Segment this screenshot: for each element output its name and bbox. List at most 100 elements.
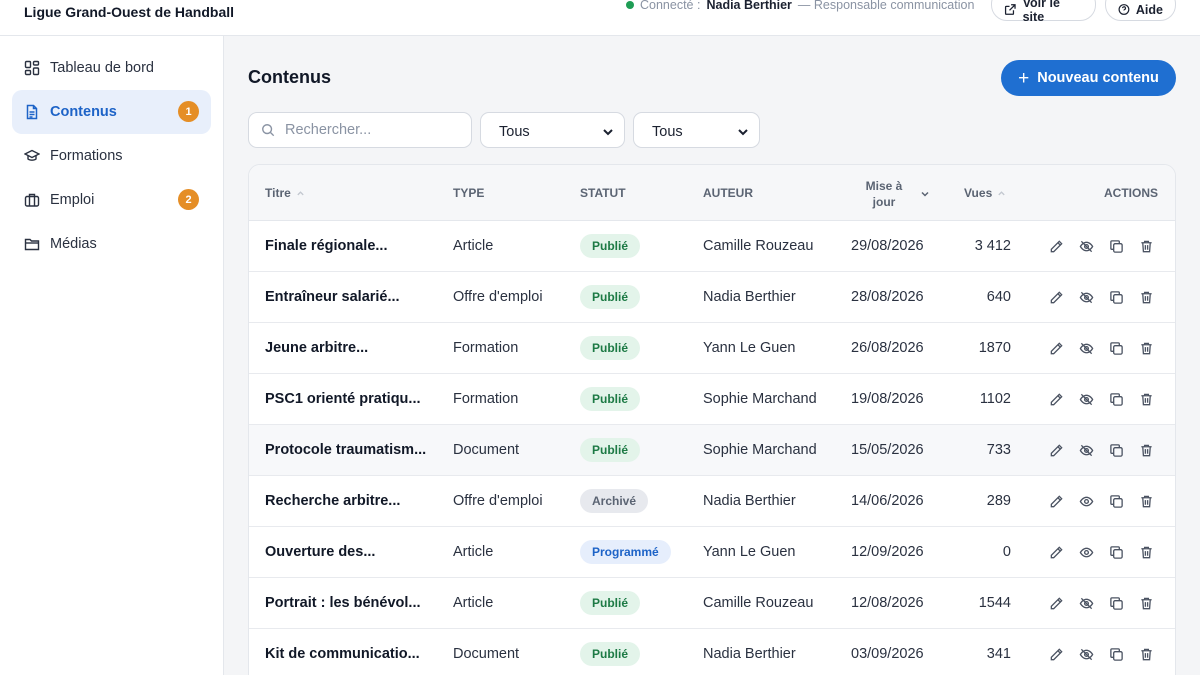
online-status-icon bbox=[626, 1, 634, 9]
type-filter-select[interactable]: Tous bbox=[480, 112, 625, 148]
edit-icon[interactable] bbox=[1048, 289, 1064, 305]
column-status-header[interactable]: STATUT bbox=[580, 186, 626, 200]
content-author: Nadia Berthier bbox=[703, 646, 796, 662]
content-type: Document bbox=[453, 442, 520, 458]
content-views: 1544 bbox=[978, 595, 1011, 611]
hide-icon[interactable] bbox=[1078, 442, 1094, 458]
show-icon[interactable] bbox=[1078, 544, 1094, 560]
sidebar-item-dashboard[interactable]: Tableau de bord bbox=[12, 46, 211, 90]
table-row[interactable]: Kit de communicatio... Document Publié Nadi… bbox=[249, 629, 1175, 675]
chevron-down-icon bbox=[738, 129, 748, 136]
app-title: Ligue Grand-Ouest de Handball bbox=[24, 4, 235, 20]
delete-icon[interactable] bbox=[1138, 340, 1154, 356]
duplicate-icon[interactable] bbox=[1108, 646, 1124, 662]
delete-icon[interactable] bbox=[1138, 493, 1154, 509]
edit-icon[interactable] bbox=[1048, 544, 1064, 560]
content-type: Offre d'emploi bbox=[453, 289, 543, 305]
status-badge: Publié bbox=[580, 336, 641, 360]
edit-icon[interactable] bbox=[1048, 238, 1064, 254]
hide-icon[interactable] bbox=[1078, 340, 1094, 356]
duplicate-icon[interactable] bbox=[1108, 493, 1124, 509]
column-type-header[interactable]: TYPE bbox=[453, 186, 484, 200]
folder-icon bbox=[24, 236, 40, 252]
content-title[interactable]: Entraîneur salarié... bbox=[265, 272, 400, 322]
content-title[interactable]: Jeune arbitre... bbox=[265, 323, 368, 373]
content-author: Camille Rouzeau bbox=[703, 595, 814, 611]
status-cell: Publié bbox=[580, 221, 641, 271]
session-prefix: Connecté : bbox=[640, 0, 701, 12]
content-title[interactable]: Ouverture des... bbox=[265, 527, 375, 577]
column-date-header[interactable]: Mise à jour bbox=[859, 178, 909, 210]
delete-icon[interactable] bbox=[1138, 544, 1154, 560]
sort-up-icon bbox=[998, 190, 1005, 195]
edit-icon[interactable] bbox=[1048, 646, 1064, 662]
table-row[interactable]: Jeune arbitre... Formation Publié Yann Le G… bbox=[249, 323, 1175, 374]
hide-icon[interactable] bbox=[1078, 595, 1094, 611]
column-views-header[interactable]: Vues bbox=[964, 186, 1006, 200]
duplicate-icon[interactable] bbox=[1108, 544, 1124, 560]
content-title[interactable]: PSC1 orienté pratiqu... bbox=[265, 374, 421, 424]
content-updated-date: 12/09/2026 bbox=[851, 544, 924, 560]
content-title[interactable]: Recherche arbitre... bbox=[265, 476, 400, 526]
table-row[interactable]: Ouverture des... Article Programmé Yann Le … bbox=[249, 527, 1175, 578]
content-title[interactable]: Finale régionale... bbox=[265, 221, 387, 271]
duplicate-icon[interactable] bbox=[1108, 442, 1124, 458]
column-title-header[interactable]: Titre bbox=[265, 186, 305, 200]
hide-icon[interactable] bbox=[1078, 391, 1094, 407]
session-info: Connecté : Nadia Berthier — Responsable … bbox=[626, 0, 974, 12]
dashboard-icon bbox=[24, 60, 40, 76]
count-badge: 2 bbox=[178, 189, 199, 210]
edit-icon[interactable] bbox=[1048, 340, 1064, 356]
content-updated-date: 28/08/2026 bbox=[851, 289, 924, 305]
new-content-button[interactable]: + Nouveau contenu bbox=[1001, 60, 1176, 96]
duplicate-icon[interactable] bbox=[1108, 391, 1124, 407]
table-row[interactable]: Protocole traumatism... Document Publié Sop… bbox=[249, 425, 1175, 476]
hide-icon[interactable] bbox=[1078, 238, 1094, 254]
sidebar-item-media[interactable]: Médias bbox=[12, 222, 211, 266]
table-row[interactable]: Recherche arbitre... Offre d'emploi Archiv… bbox=[249, 476, 1175, 527]
view-site-label: Voir le site bbox=[1022, 0, 1060, 24]
status-cell: Archivé bbox=[580, 476, 649, 526]
external-link-icon bbox=[1004, 4, 1016, 15]
edit-icon[interactable] bbox=[1048, 442, 1064, 458]
sort-up-icon bbox=[297, 190, 304, 195]
edit-icon[interactable] bbox=[1048, 595, 1064, 611]
view-site-button[interactable]: Voir le site bbox=[991, 0, 1096, 24]
content-author: Sophie Marchand bbox=[703, 442, 817, 458]
duplicate-icon[interactable] bbox=[1108, 238, 1124, 254]
edit-icon[interactable] bbox=[1048, 391, 1064, 407]
help-button[interactable]: Aide bbox=[1105, 0, 1176, 21]
sidebar-item-trainings[interactable]: Formations bbox=[12, 134, 211, 178]
table-row[interactable]: Entraîneur salarié... Offre d'emploi Publi… bbox=[249, 272, 1175, 323]
delete-icon[interactable] bbox=[1138, 646, 1154, 662]
column-title-label: Titre bbox=[265, 186, 291, 200]
sidebar-item-jobs[interactable]: Emploi 2 bbox=[12, 178, 211, 222]
table-row[interactable]: Finale régionale... Article Publié Camille … bbox=[249, 221, 1175, 272]
sidebar-item-label: Emploi bbox=[50, 192, 95, 208]
delete-icon[interactable] bbox=[1138, 595, 1154, 611]
delete-icon[interactable] bbox=[1138, 289, 1154, 305]
search-input[interactable] bbox=[285, 122, 455, 138]
content-title[interactable]: Portrait : les bénévol... bbox=[265, 578, 421, 628]
show-icon[interactable] bbox=[1078, 493, 1094, 509]
duplicate-icon[interactable] bbox=[1108, 289, 1124, 305]
help-label: Aide bbox=[1135, 2, 1163, 17]
edit-icon[interactable] bbox=[1048, 493, 1064, 509]
delete-icon[interactable] bbox=[1138, 238, 1154, 254]
delete-icon[interactable] bbox=[1138, 391, 1154, 407]
content-author: Nadia Berthier bbox=[703, 289, 796, 305]
sidebar-item-contents[interactable]: Contenus 1 bbox=[12, 90, 211, 134]
column-views-label: Vues bbox=[964, 186, 993, 200]
column-author-header[interactable]: AUTEUR bbox=[703, 186, 753, 200]
hide-icon[interactable] bbox=[1078, 289, 1094, 305]
content-title[interactable]: Protocole traumatism... bbox=[265, 425, 426, 475]
content-title[interactable]: Kit de communicatio... bbox=[265, 629, 420, 675]
duplicate-icon[interactable] bbox=[1108, 595, 1124, 611]
table-row[interactable]: PSC1 orienté pratiqu... Formation Publié So… bbox=[249, 374, 1175, 425]
table-row[interactable]: Portrait : les bénévol... Article Publié Ca… bbox=[249, 578, 1175, 629]
status-filter-select[interactable]: Tous bbox=[633, 112, 760, 148]
search-box bbox=[248, 112, 472, 148]
hide-icon[interactable] bbox=[1078, 646, 1094, 662]
delete-icon[interactable] bbox=[1138, 442, 1154, 458]
duplicate-icon[interactable] bbox=[1108, 340, 1124, 356]
